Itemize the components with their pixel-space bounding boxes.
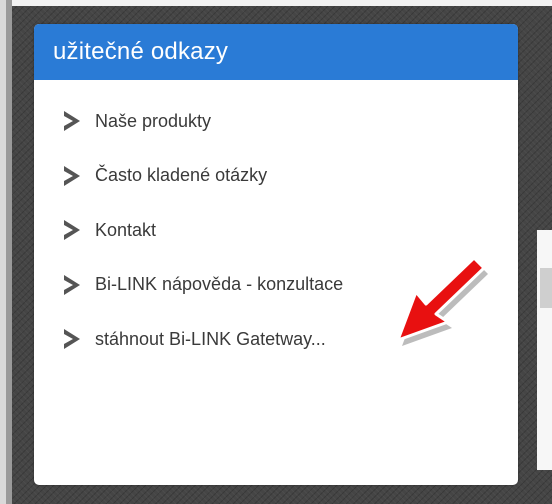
chevron-right-icon bbox=[61, 273, 83, 297]
adjacent-panel-bar bbox=[540, 268, 552, 308]
chevron-right-icon bbox=[61, 327, 83, 351]
chevron-right-icon bbox=[61, 164, 83, 188]
link-item-casto-kladene-otazky[interactable]: Často kladené otázky bbox=[61, 149, 518, 204]
chevron-right-icon bbox=[61, 218, 83, 242]
link-label: Bi-LINK nápověda - konzultace bbox=[95, 274, 344, 295]
widget-header: užitečné odkazy bbox=[34, 24, 518, 80]
link-label: Kontakt bbox=[95, 219, 157, 240]
useful-links-widget: užitečné odkazy Naše produkty Často klad… bbox=[34, 24, 518, 485]
link-item-nase-produkty[interactable]: Naše produkty bbox=[61, 94, 518, 149]
chevron-right-icon bbox=[61, 109, 83, 133]
links-list: Naše produkty Často kladené otázky Konta… bbox=[34, 80, 518, 367]
link-label: Naše produkty bbox=[95, 110, 212, 131]
link-label: Často kladené otázky bbox=[95, 165, 268, 186]
top-strip bbox=[0, 0, 552, 6]
link-item-bi-link-napoveda[interactable]: Bi-LINK nápověda - konzultace bbox=[61, 258, 518, 313]
link-label: stáhnout Bi-LINK Gatetway... bbox=[95, 328, 326, 349]
widget-title: užitečné odkazy bbox=[53, 38, 229, 65]
left-edge-strip bbox=[0, 0, 12, 504]
adjacent-panel-edge bbox=[537, 230, 552, 470]
link-item-stahnout-bi-link-gateway[interactable]: stáhnout Bi-LINK Gatetway... bbox=[61, 312, 518, 367]
link-item-kontakt[interactable]: Kontakt bbox=[61, 203, 518, 258]
